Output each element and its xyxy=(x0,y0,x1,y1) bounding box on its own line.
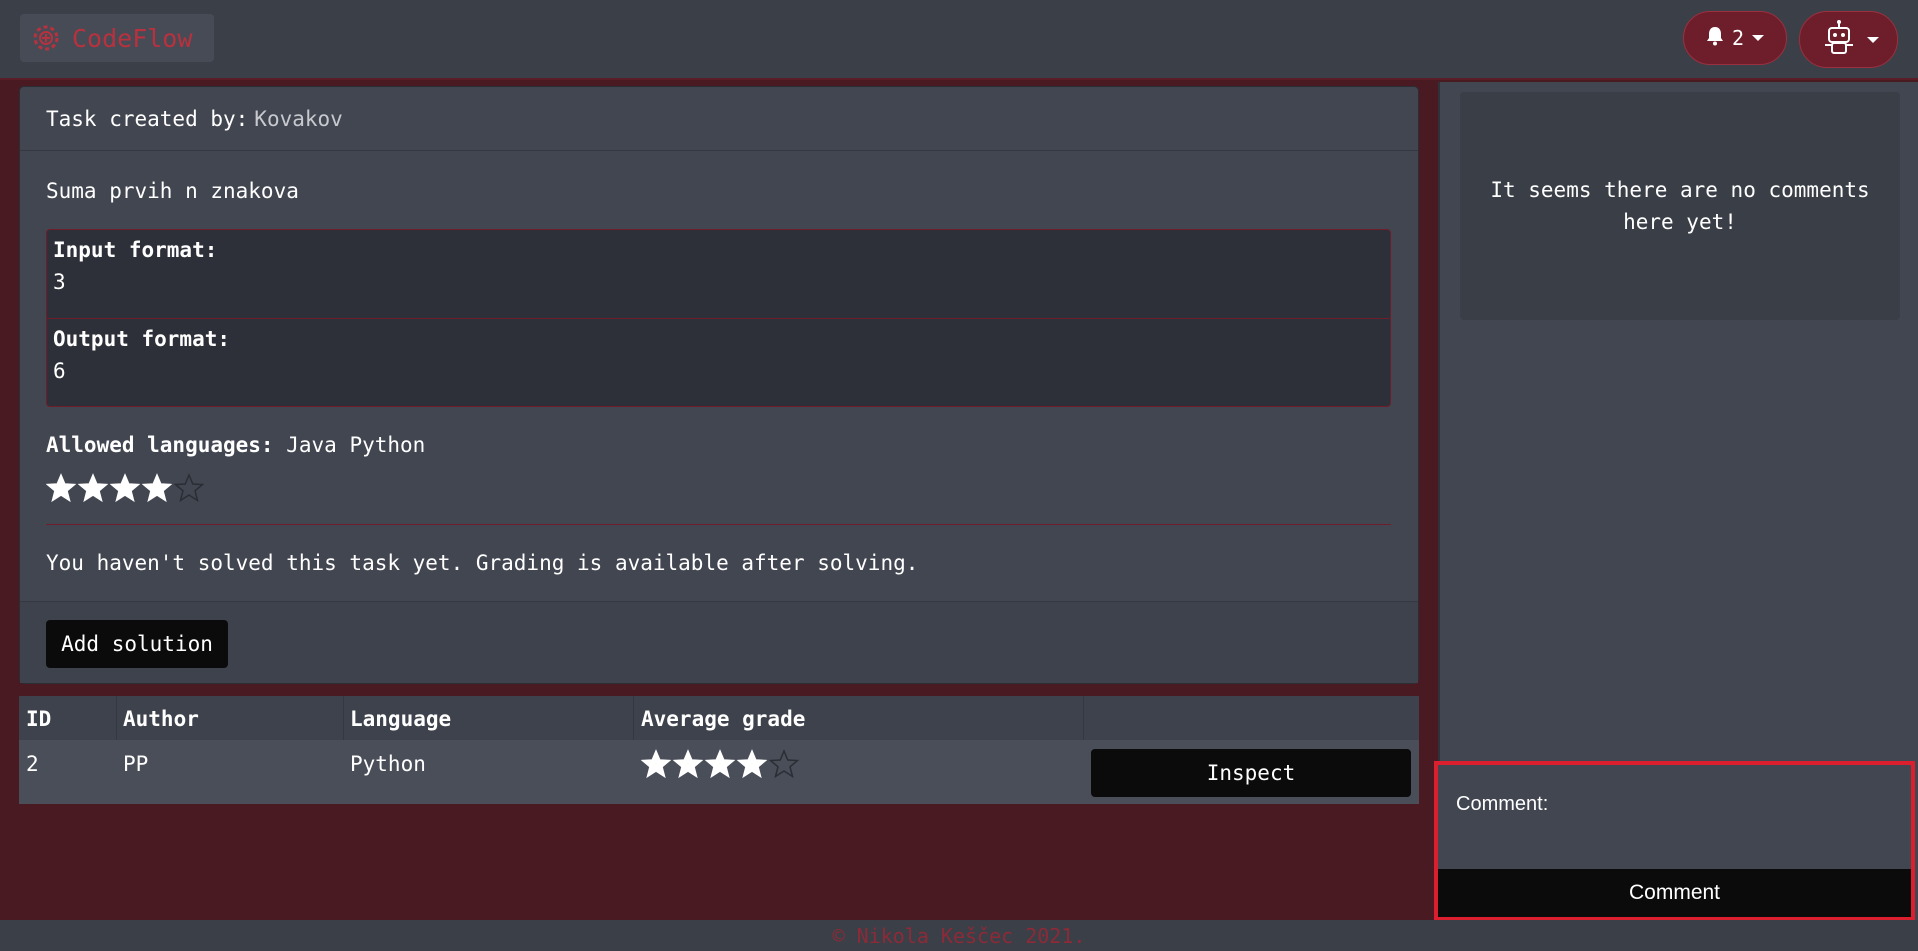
column-header-average-grade: Average grade xyxy=(641,707,806,731)
solution-id: 2 xyxy=(26,752,39,776)
column-header-author: Author xyxy=(123,707,199,731)
brand-link[interactable]: CodeFlow xyxy=(20,14,214,62)
bell-icon xyxy=(1706,26,1724,50)
table-row: 2 PP Python Inspect xyxy=(19,740,1419,804)
solution-author: PP xyxy=(123,752,149,776)
output-format-label: Output format: xyxy=(53,327,231,351)
allowed-languages-value: Java Python xyxy=(286,433,426,457)
task-card-header: Task created by: Kovakov xyxy=(20,87,1418,151)
divider xyxy=(46,524,1391,525)
no-comments-message: It seems there are no comments here yet! xyxy=(1460,92,1900,320)
task-title: Suma prvih n znakova xyxy=(46,179,299,203)
column-divider xyxy=(1083,696,1084,740)
solutions-table: ID Author Language Average grade 2 PP Py… xyxy=(19,696,1419,804)
column-header-id: ID xyxy=(26,707,52,731)
comment-submit-button[interactable]: Comment xyxy=(1438,869,1911,917)
allowed-languages-label: Allowed languages: xyxy=(46,433,274,457)
robot-avatar-icon xyxy=(1819,18,1859,62)
input-format-value: 3 xyxy=(53,270,66,294)
column-header-language: Language xyxy=(350,707,452,731)
star-filled-icon xyxy=(46,473,76,503)
input-format-label: Input format: xyxy=(53,238,218,262)
star-filled-icon xyxy=(142,473,172,503)
gear-brain-icon xyxy=(26,18,66,58)
user-menu-dropdown-button[interactable] xyxy=(1799,11,1898,68)
brand-name: CodeFlow xyxy=(72,23,193,53)
format-box: Input format: 3 Output format: 6 xyxy=(46,229,1391,407)
notifications-count: 2 xyxy=(1731,26,1745,50)
star-filled-icon xyxy=(78,473,108,503)
star-filled-icon xyxy=(737,749,767,779)
copyright-text: © Nikola Keščec 2021. xyxy=(832,923,1086,948)
star-filled-icon xyxy=(705,749,735,779)
allowed-languages: Allowed languages: Java Python xyxy=(46,433,425,457)
column-divider xyxy=(116,696,117,740)
output-format-value: 6 xyxy=(53,359,66,383)
solution-language: Python xyxy=(350,752,426,776)
creator-link[interactable]: Kovakov xyxy=(254,107,343,131)
task-card-footer: Add solution xyxy=(20,601,1418,683)
navbar: CodeFlow 2 xyxy=(0,0,1918,80)
output-format-section: Output format: 6 xyxy=(47,318,1390,406)
grading-notice: You haven't solved this task yet. Gradin… xyxy=(46,551,919,575)
solution-grade-stars xyxy=(641,749,799,779)
created-by-label: Task created by: xyxy=(46,106,249,131)
add-solution-button[interactable]: Add solution xyxy=(46,620,228,668)
inspect-button[interactable]: Inspect xyxy=(1091,749,1411,797)
notifications-dropdown-button[interactable]: 2 xyxy=(1683,11,1787,65)
star-filled-icon xyxy=(110,473,140,503)
task-rating-stars xyxy=(46,473,204,503)
task-card: Task created by: Kovakov Suma prvih n zn… xyxy=(19,86,1419,684)
comment-form: Comment: Comment xyxy=(1434,761,1915,921)
column-divider xyxy=(633,696,634,740)
comment-label: Comment: xyxy=(1456,793,1549,815)
chevron-down-icon xyxy=(1752,35,1765,41)
star-filled-icon xyxy=(673,749,703,779)
star-filled-icon xyxy=(641,749,671,779)
column-divider xyxy=(343,696,344,740)
input-format-section: Input format: 3 xyxy=(47,230,1390,318)
star-empty-icon xyxy=(174,473,204,503)
footer: © Nikola Keščec 2021. xyxy=(0,920,1918,951)
star-empty-icon xyxy=(769,749,799,779)
table-header-row: ID Author Language Average grade xyxy=(19,696,1419,740)
chevron-down-icon xyxy=(1866,36,1879,43)
